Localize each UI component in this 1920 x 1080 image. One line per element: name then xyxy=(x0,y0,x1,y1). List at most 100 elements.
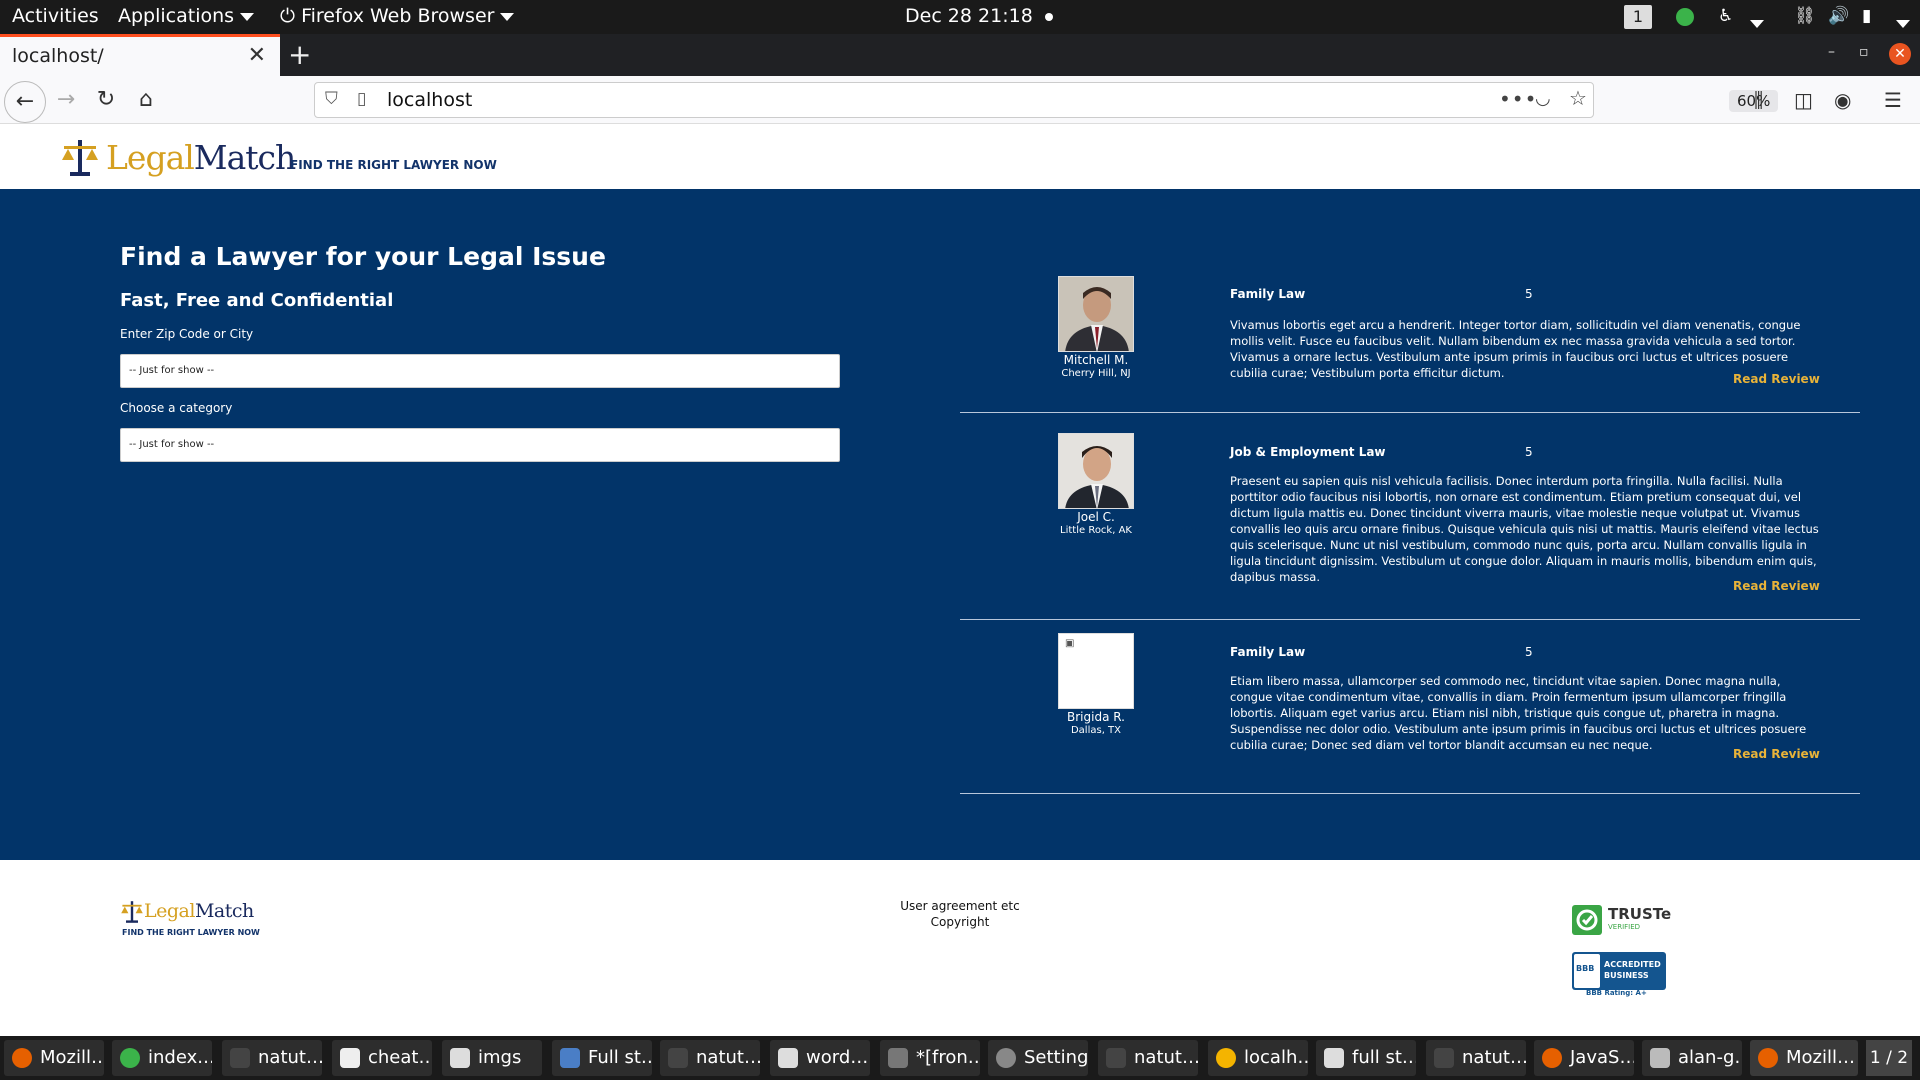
new-tab-icon[interactable]: + xyxy=(288,38,311,71)
taskbar-item[interactable]: natut… xyxy=(1426,1040,1526,1076)
settings-gear-icon xyxy=(996,1048,1016,1068)
workspace-indicator[interactable]: 1 xyxy=(1624,5,1652,29)
clock[interactable]: Dec 28 21:18 xyxy=(905,5,1053,27)
review-practice-area: Family Law xyxy=(1230,287,1306,301)
folder-icon xyxy=(778,1048,798,1068)
taskbar-item[interactable]: word… xyxy=(770,1040,870,1076)
review-item: Mitchell M. Cherry Hill, NJ Family Law 5… xyxy=(960,276,1860,413)
taskbar-item[interactable]: localh… xyxy=(1208,1040,1308,1076)
text-editor-icon xyxy=(340,1048,360,1068)
applications-menu[interactable]: Applications xyxy=(118,5,255,27)
power-icon: ⏻ xyxy=(280,5,302,27)
truste-sub: VERIFIED xyxy=(1608,923,1641,931)
read-review-link[interactable]: Read Review xyxy=(1733,372,1820,386)
taskbar-item-label: word… xyxy=(806,1047,869,1068)
firefox-app-menu[interactable]: ⏻ Firefox Web Browser xyxy=(280,5,515,27)
applications-label: Applications xyxy=(118,5,235,27)
taskbar-item-label: localh… xyxy=(1244,1047,1308,1068)
read-review-link[interactable]: Read Review xyxy=(1733,747,1820,761)
battery-icon[interactable]: ▮ xyxy=(1862,6,1871,28)
taskbar-item[interactable]: JavaS… xyxy=(1534,1040,1634,1076)
taskbar-item[interactable]: imgs xyxy=(442,1040,542,1076)
user-agreement-text[interactable]: User agreement etc xyxy=(860,898,1060,914)
close-tab-icon[interactable]: ✕ xyxy=(248,43,266,68)
taskbar-item-label: Mozill… xyxy=(40,1047,104,1068)
document-icon xyxy=(560,1048,580,1068)
zip-select[interactable]: -- Just for show -- xyxy=(120,354,840,388)
sidebar-icon[interactable]: ◫ xyxy=(1794,88,1813,112)
taskbar-item-label: Settings xyxy=(1024,1047,1088,1068)
globe-icon xyxy=(120,1048,140,1068)
status-app-icon[interactable] xyxy=(1676,8,1694,26)
taskbar-item[interactable]: Settings xyxy=(988,1040,1088,1076)
bbb-torch-icon: BBB xyxy=(1574,954,1600,988)
url-bar[interactable]: ⛉ ▯ localhost 60% ••• ◡ ☆ xyxy=(314,82,1779,118)
hamburger-menu-icon[interactable]: ☰ xyxy=(1884,88,1902,112)
taskbar-item[interactable]: index.… xyxy=(112,1040,212,1076)
taskbar-item[interactable]: cheat… xyxy=(332,1040,432,1076)
taskbar-item[interactable]: Mozill… xyxy=(4,1040,104,1076)
taskbar-item-label: full st… xyxy=(1352,1047,1416,1068)
notification-dot-icon xyxy=(1044,12,1053,21)
taskbar-item-active[interactable]: Mozill… xyxy=(1750,1040,1858,1076)
system-menu-chevron-icon[interactable] xyxy=(1890,12,1910,34)
lawyer-photo-placeholder: ▣ xyxy=(1058,633,1134,709)
network-icon[interactable]: ⛓ xyxy=(1794,6,1816,28)
forward-arrow-icon[interactable]: → xyxy=(48,82,84,118)
taskbar-item[interactable]: *[fron… xyxy=(880,1040,980,1076)
truste-label: TRUSTe xyxy=(1608,905,1672,923)
folder-icon xyxy=(450,1048,470,1068)
more-actions-icon[interactable]: ••• xyxy=(1499,87,1537,111)
footer-legal: User agreement etc Copyright xyxy=(860,898,1060,930)
back-arrow-icon[interactable]: ← xyxy=(4,81,46,123)
chevron-down-icon xyxy=(240,12,255,21)
category-label: Choose a category xyxy=(120,401,233,415)
taskbar-item-label: natut… xyxy=(1134,1047,1198,1068)
terminal-icon xyxy=(230,1048,250,1068)
bbb-badge[interactable]: BBB ACCREDITED BUSINESS xyxy=(1572,952,1666,990)
page-info-icon[interactable]: ▯ xyxy=(357,89,366,109)
review-text: Etiam libero massa, ullamcorper sed comm… xyxy=(1230,674,1807,752)
home-icon[interactable]: ⌂ xyxy=(128,82,164,118)
bbb-accredited: ACCREDITED xyxy=(1604,960,1661,969)
legalmatch-logo[interactable]: LegalMatch xyxy=(60,138,296,178)
taskbar-item[interactable]: full st… xyxy=(1316,1040,1416,1076)
url-text[interactable]: localhost xyxy=(387,89,472,111)
taskbar-item-label: JavaS… xyxy=(1570,1047,1634,1068)
bookmark-star-icon[interactable]: ☆ xyxy=(1569,86,1587,110)
category-select[interactable]: -- Just for show -- xyxy=(120,428,840,462)
scales-icon xyxy=(62,140,98,176)
taskbar-item[interactable]: Full st… xyxy=(552,1040,652,1076)
taskbar-item-label: natut… xyxy=(696,1047,760,1068)
taskbar-item[interactable]: natut… xyxy=(1098,1040,1198,1076)
firefox-menu-label: Firefox Web Browser xyxy=(301,5,495,27)
taskbar: Mozill… index.… natut… cheat… imgs Full … xyxy=(0,1036,1920,1080)
reload-icon[interactable]: ↻ xyxy=(88,82,124,118)
page-subtitle: Fast, Free and Confidential xyxy=(120,290,394,311)
read-review-link[interactable]: Read Review xyxy=(1733,579,1820,593)
taskbar-item[interactable]: alan-g… xyxy=(1642,1040,1742,1076)
review-rating: 5 xyxy=(1525,287,1533,301)
accessibility-icon[interactable]: ♿ xyxy=(1718,6,1733,28)
taskbar-item[interactable]: natut… xyxy=(660,1040,760,1076)
volume-icon[interactable]: 🔊 xyxy=(1828,6,1849,28)
taskbar-item-label: natut… xyxy=(258,1047,322,1068)
pocket-icon[interactable]: ◡ xyxy=(1535,88,1551,109)
restore-icon[interactable]: ▫ xyxy=(1859,44,1869,60)
lawyer-portrait-image xyxy=(1059,277,1133,351)
browser-tab[interactable]: localhost/ ✕ xyxy=(0,34,280,76)
terminal-icon xyxy=(1106,1048,1126,1068)
taskbar-item[interactable]: natut… xyxy=(222,1040,322,1076)
taskbar-item-label: Full st… xyxy=(588,1047,652,1068)
minimize-icon[interactable]: – xyxy=(1828,44,1835,60)
activities-button[interactable]: Activities xyxy=(12,5,99,27)
lawyer-city: Little Rock, AK xyxy=(1060,525,1132,536)
shield-icon[interactable]: ⛉ xyxy=(325,89,338,109)
close-window-icon[interactable]: ✕ xyxy=(1889,43,1911,65)
workspace-pager[interactable]: 1 / 2 xyxy=(1866,1040,1912,1076)
firefox-icon xyxy=(1758,1048,1778,1068)
chevron-down-icon xyxy=(500,12,515,21)
library-icon[interactable]: ⫼ xyxy=(1754,88,1763,112)
accessibility-chevron-icon[interactable] xyxy=(1744,12,1764,34)
account-icon[interactable]: ◉ xyxy=(1834,88,1851,112)
